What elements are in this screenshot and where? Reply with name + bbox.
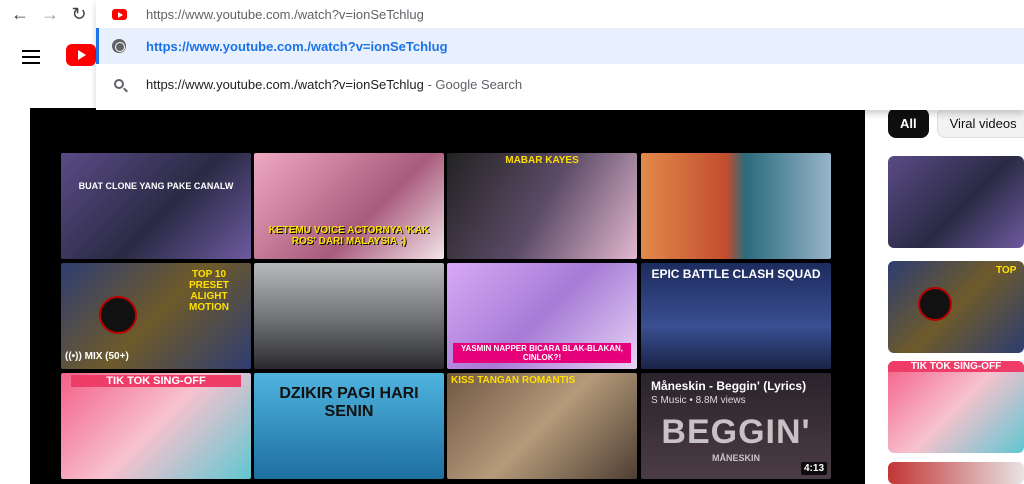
video-tile[interactable]: DZIKIR PAGI HARI SENIN [254, 373, 444, 479]
mix-badge: ((•)) MIX (50+) [65, 351, 129, 362]
video-title: KETEMU VOICE ACTORNYA 'KAK ROS' DARI MAL… [268, 225, 430, 247]
video-tile[interactable]: KISS TANGAN ROMANTIS [447, 373, 637, 479]
video-player-endscreen[interactable]: BUAT CLONE YANG PAKE CANALW KETEMU VOICE… [30, 108, 865, 484]
sidebar-video-thumbnail[interactable]: TOP [888, 261, 1024, 353]
channel-avatar [918, 287, 952, 321]
omnibox-input-text: https://www.youtube.com./watch?v=ionSeTc… [146, 6, 424, 22]
video-title: TOP 10 PRESET ALIGHT MOTION [188, 269, 229, 313]
video-thumbnail [61, 373, 251, 479]
video-channel-views: S Music • 8.8M views [651, 395, 746, 406]
reload-icon[interactable]: ↻ [67, 2, 91, 26]
suggestion-url-text: https://www.youtube.com./watch?v=ionSeTc… [146, 38, 448, 54]
video-art-text: BEGGIN' [661, 413, 811, 451]
video-tile[interactable]: EPIC BATTLE CLASH SQUAD [641, 263, 831, 369]
video-tile[interactable]: YASMIN NAPPER BICARA BLAK-BLAKAN, CINLOK… [447, 263, 637, 369]
suggestion-url[interactable]: https://www.youtube.com./watch?v=ionSeTc… [96, 28, 1024, 64]
video-tile[interactable]: Måneskin - Beggin' (Lyrics) S Music • 8.… [641, 373, 831, 479]
video-tile[interactable]: MABAR KAYES [447, 153, 637, 259]
chip-viral-videos[interactable]: Viral videos [936, 108, 1024, 138]
video-title: Måneskin - Beggin' (Lyrics) [651, 379, 807, 393]
video-title: EPIC BATTLE CLASH SQUAD [651, 267, 821, 281]
suggestion-search-text: https://www.youtube.com./watch?v=ionSeTc… [146, 77, 522, 92]
video-title: KISS TANGAN ROMANTIS [451, 375, 576, 386]
video-thumbnail [447, 153, 637, 259]
video-title: BUAT CLONE YANG PAKE CANALW [78, 181, 234, 191]
mix-playlist-tile[interactable]: TOP 10 PRESET ALIGHT MOTION ((•)) MIX (5… [61, 263, 251, 369]
video-thumbnail [447, 373, 637, 479]
sidebar-video-title: TOP [996, 265, 1017, 276]
back-icon[interactable]: ← [8, 2, 32, 26]
search-icon [111, 76, 127, 92]
video-tile[interactable]: TIK TOK SING-OFF [61, 373, 251, 479]
suggestion-search[interactable]: https://www.youtube.com./watch?v=ionSeTc… [96, 66, 1024, 102]
video-tile[interactable]: BUAT CLONE YANG PAKE CANALW [61, 153, 251, 259]
youtube-favicon-icon [111, 6, 127, 22]
omnibox-dropdown: https://www.youtube.com./watch?v=ionSeTc… [96, 0, 1024, 110]
omnibox-input[interactable]: https://www.youtube.com./watch?v=ionSeTc… [96, 0, 1024, 28]
suggestion-search-suffix: - Google Search [427, 76, 523, 92]
channel-avatar [99, 296, 137, 334]
sidebar-video-thumbnail[interactable] [888, 462, 1024, 484]
video-thumbnail [641, 153, 831, 259]
video-duration: 4:13 [800, 462, 827, 475]
video-title: YASMIN NAPPER BICARA BLAK-BLAKAN, CINLOK… [453, 343, 631, 363]
video-tile[interactable] [254, 263, 444, 369]
video-thumbnail [61, 153, 251, 259]
suggestion-search-query: https://www.youtube.com./watch?v=ionSeTc… [146, 76, 424, 92]
video-title: TIK TOK SING-OFF [71, 375, 241, 387]
video-thumbnail [254, 263, 444, 369]
video-tile[interactable] [641, 153, 831, 259]
video-title: DZIKIR PAGI HARI SENIN [279, 385, 419, 420]
globe-icon [111, 38, 127, 54]
sidebar-video-thumbnail[interactable] [888, 156, 1024, 248]
youtube-logo[interactable] [66, 44, 96, 66]
video-title: MABAR KAYES [505, 155, 579, 166]
forward-icon[interactable]: → [38, 2, 62, 26]
sidebar-video-title: TIK TOK SING-OFF [888, 361, 1024, 372]
filter-chips: All Viral videos [888, 108, 1024, 138]
mix-badge-text: MIX (50+) [84, 351, 129, 362]
video-tile[interactable]: KETEMU VOICE ACTORNYA 'KAK ROS' DARI MAL… [254, 153, 444, 259]
mix-icon: ((•)) [65, 351, 82, 362]
menu-icon[interactable] [22, 50, 40, 64]
chip-all[interactable]: All [888, 108, 929, 138]
sidebar-video-thumbnail[interactable]: TIK TOK SING-OFF [888, 361, 1024, 453]
